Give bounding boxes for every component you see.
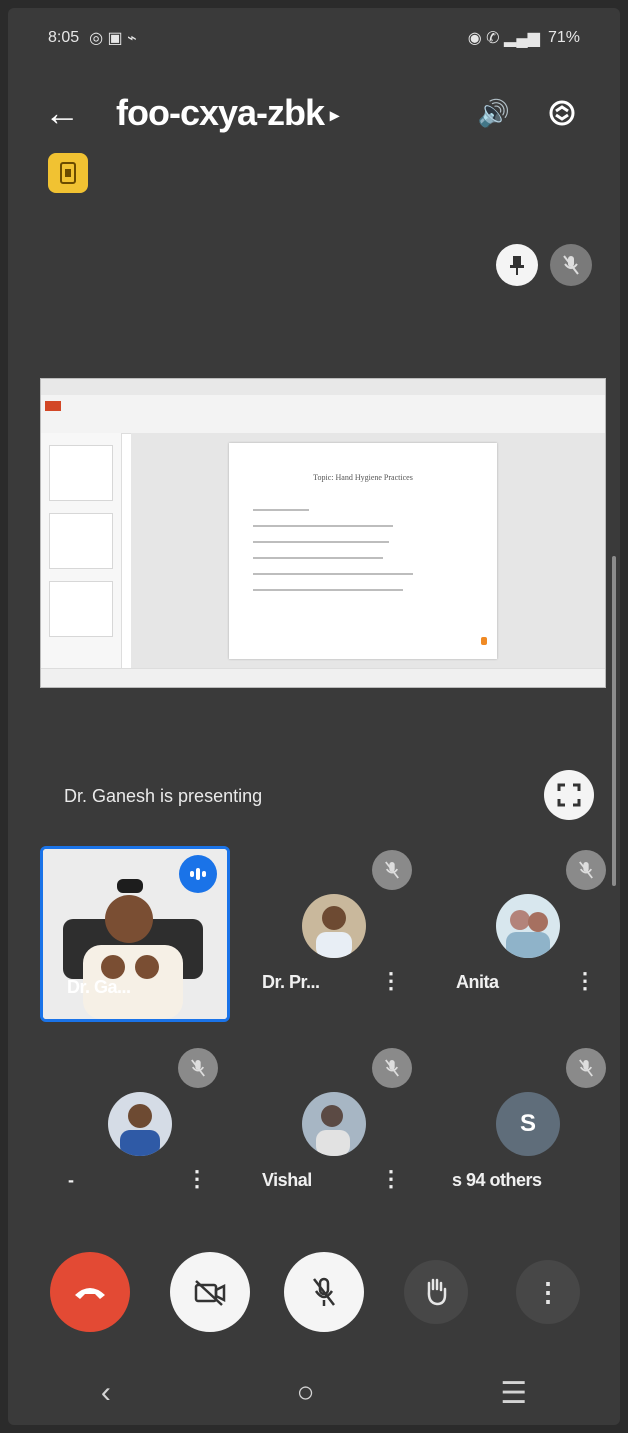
more-options-button[interactable]: ⋮ [516, 1260, 580, 1324]
notification-icon: ◎ ▣ ⌁ [89, 30, 137, 47]
hand-icon [427, 1278, 447, 1306]
mic-off-icon [313, 1277, 335, 1306]
slide: Topic: Hand Hygiene Practices [229, 443, 497, 659]
more-options-icon[interactable]: ⋮ [574, 968, 596, 994]
camera-off-icon [194, 1280, 226, 1306]
signal-icon: ◉ ✆ ▂▄▆ [467, 30, 540, 47]
nav-recents-icon[interactable]: ☰ [500, 1376, 527, 1411]
mic-off-icon [566, 850, 606, 890]
mic-off-icon[interactable] [550, 244, 592, 286]
ppt-ribbon [41, 379, 605, 434]
meeting-code: foo-cxya-zbk [116, 92, 325, 133]
status-time: 8:05 [48, 29, 80, 46]
ppt-status-bar [41, 668, 605, 687]
speaking-indicator-icon [179, 855, 217, 893]
end-call-button[interactable] [50, 1252, 130, 1332]
meeting-header: ← foo-cxya-zbk ▸ 🔊 [8, 78, 620, 148]
switch-camera-icon[interactable] [540, 91, 584, 135]
more-options-icon[interactable]: ⋮ [380, 1166, 402, 1192]
participant-tile[interactable]: Vishal ⋮ [234, 1044, 424, 1220]
others-count: s 94 others [452, 1170, 542, 1190]
host-controls-icon[interactable] [48, 153, 88, 193]
nav-back-icon[interactable]: ‹ [101, 1376, 111, 1410]
avatar [108, 1092, 172, 1156]
slide-thumbnails [41, 433, 122, 687]
participant-tile-others[interactable]: S s 94 others [428, 1044, 618, 1220]
slide-canvas: Topic: Hand Hygiene Practices [131, 433, 605, 669]
raise-hand-button[interactable] [404, 1260, 468, 1324]
hang-up-icon [75, 1288, 105, 1299]
mic-off-icon [372, 1048, 412, 1088]
participant-tile-speaker[interactable]: Dr. Ga... [40, 846, 230, 1022]
avatar [496, 894, 560, 958]
call-controls: ⋮ [8, 1252, 620, 1342]
android-nav-bar: ‹ ○ ☰ [8, 1361, 620, 1425]
camera-toggle-button[interactable] [170, 1252, 250, 1332]
status-bar: 8:05 ◎ ▣ ⌁ ◉ ✆ ▂▄▆ 71% [8, 8, 620, 68]
chevron-right-icon: ▸ [330, 104, 339, 125]
mic-off-icon [566, 1048, 606, 1088]
speaker-icon[interactable]: 🔊 [472, 91, 516, 135]
participant-tile[interactable]: Anita ⋮ [428, 846, 618, 1022]
more-options-icon[interactable]: ⋮ [380, 968, 402, 994]
pin-icon[interactable] [496, 244, 538, 286]
participant-name: Anita [456, 972, 499, 992]
participant-tile[interactable]: Dr. Pr... ⋮ [234, 846, 424, 1022]
shared-screen[interactable]: Topic: Hand Hygiene Practices [40, 378, 606, 688]
initial-avatar: S [496, 1092, 560, 1156]
participant-tile[interactable]: - ⋮ [40, 1044, 230, 1220]
mic-off-icon [178, 1048, 218, 1088]
participant-name: Dr. Ga... [67, 977, 131, 997]
scrollbar[interactable] [612, 556, 616, 886]
mic-toggle-button[interactable] [284, 1252, 364, 1332]
nav-home-icon[interactable]: ○ [296, 1376, 314, 1410]
participant-name: - [68, 1170, 74, 1190]
avatar [302, 1092, 366, 1156]
fullscreen-icon[interactable] [544, 770, 594, 820]
meeting-code-button[interactable]: foo-cxya-zbk ▸ [116, 92, 448, 134]
participant-name: Dr. Pr... [262, 972, 320, 992]
mic-off-icon [372, 850, 412, 890]
participant-name: Vishal [262, 1170, 312, 1190]
battery-text: 71% [547, 29, 580, 46]
presentation-tools [496, 244, 592, 286]
avatar [302, 894, 366, 958]
presenting-label: Dr. Ganesh is presenting [64, 786, 263, 806]
more-options-icon[interactable]: ⋮ [186, 1166, 208, 1192]
slide-title: Topic: Hand Hygiene Practices [313, 473, 413, 482]
phone-screen: 8:05 ◎ ▣ ⌁ ◉ ✆ ▂▄▆ 71% ← foo-cxya-zbk ▸ 🔊 [8, 8, 620, 1425]
back-arrow-icon[interactable]: ← [44, 95, 100, 131]
